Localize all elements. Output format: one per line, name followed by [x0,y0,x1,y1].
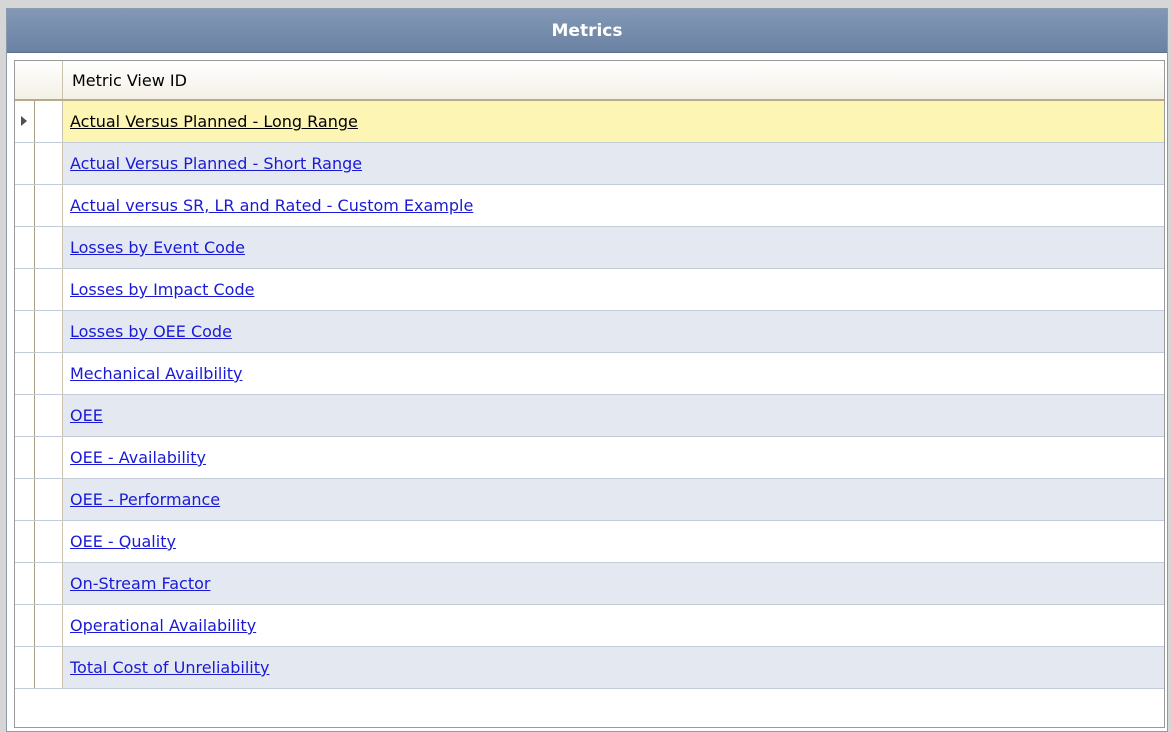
grid-column-header-row: Metric View ID [15,61,1164,101]
metric-view-id-cell: OEE - Performance [63,479,1164,520]
metric-view-link[interactable]: OEE [70,406,103,425]
current-row-arrow-icon [21,116,27,126]
table-row[interactable]: Actual Versus Planned - Short Range [15,143,1164,185]
row-selector[interactable] [15,269,63,310]
metric-view-id-cell: OEE [63,395,1164,436]
row-selector[interactable] [15,479,63,520]
metric-view-id-cell: OEE - Quality [63,521,1164,562]
metric-view-link[interactable]: Losses by OEE Code [70,322,232,341]
table-row[interactable]: Operational Availability [15,605,1164,647]
row-selector[interactable] [15,101,63,142]
row-selector[interactable] [15,395,63,436]
metric-view-link[interactable]: Mechanical Availbility [70,364,243,383]
row-selector[interactable] [15,437,63,478]
metrics-panel: Metrics Metric View ID Actual Versus Pla… [6,8,1168,732]
window-background: Metrics Metric View ID Actual Versus Pla… [0,0,1172,732]
row-selector-header [15,61,63,99]
metric-view-id-cell: Total Cost of Unreliability [63,647,1164,688]
table-row[interactable]: OEE [15,395,1164,437]
row-selector[interactable] [15,185,63,226]
metric-view-link[interactable]: OEE - Availability [70,448,206,467]
table-row[interactable]: Losses by Event Code [15,227,1164,269]
row-selector[interactable] [15,143,63,184]
metric-view-link[interactable]: On-Stream Factor [70,574,210,593]
row-selector[interactable] [15,563,63,604]
column-header-metric-view-id[interactable]: Metric View ID [63,61,1164,99]
metric-view-link[interactable]: Operational Availability [70,616,256,635]
metric-view-link[interactable]: Actual Versus Planned - Short Range [70,154,362,173]
table-row[interactable]: OEE - Quality [15,521,1164,563]
metric-view-id-cell: Mechanical Availbility [63,353,1164,394]
row-selector[interactable] [15,353,63,394]
metric-view-link[interactable]: Actual Versus Planned - Long Range [70,112,358,131]
table-row[interactable]: Losses by Impact Code [15,269,1164,311]
metric-view-id-cell: Losses by OEE Code [63,311,1164,352]
row-selector[interactable] [15,605,63,646]
metrics-grid: Metric View ID Actual Versus Planned - L… [14,60,1165,728]
metric-view-link[interactable]: Losses by Impact Code [70,280,254,299]
table-row[interactable]: Actual versus SR, LR and Rated - Custom … [15,185,1164,227]
metric-view-id-cell: Actual Versus Planned - Short Range [63,143,1164,184]
grid-rows: Actual Versus Planned - Long Range Actual… [15,101,1164,689]
metric-view-link[interactable]: Actual versus SR, LR and Rated - Custom … [70,196,473,215]
metric-view-id-cell: Losses by Event Code [63,227,1164,268]
metric-view-id-cell: Actual versus SR, LR and Rated - Custom … [63,185,1164,226]
metric-view-id-cell: Actual Versus Planned - Long Range [63,101,1164,142]
metric-view-id-cell: Operational Availability [63,605,1164,646]
metric-view-link[interactable]: Total Cost of Unreliability [70,658,269,677]
table-row[interactable]: OEE - Performance [15,479,1164,521]
metric-view-link[interactable]: OEE - Quality [70,532,176,551]
panel-title: Metrics [7,9,1167,53]
metric-view-link[interactable]: OEE - Performance [70,490,220,509]
row-selector[interactable] [15,521,63,562]
row-selector[interactable] [15,647,63,688]
table-row[interactable]: OEE - Availability [15,437,1164,479]
table-row[interactable]: Mechanical Availbility [15,353,1164,395]
table-row[interactable]: Actual Versus Planned - Long Range [15,101,1164,143]
table-row[interactable]: On-Stream Factor [15,563,1164,605]
row-selector[interactable] [15,227,63,268]
table-row[interactable]: Total Cost of Unreliability [15,647,1164,689]
table-row[interactable]: Losses by OEE Code [15,311,1164,353]
metric-view-id-cell: OEE - Availability [63,437,1164,478]
row-selector[interactable] [15,311,63,352]
metric-view-id-cell: On-Stream Factor [63,563,1164,604]
metric-view-link[interactable]: Losses by Event Code [70,238,245,257]
metric-view-id-cell: Losses by Impact Code [63,269,1164,310]
